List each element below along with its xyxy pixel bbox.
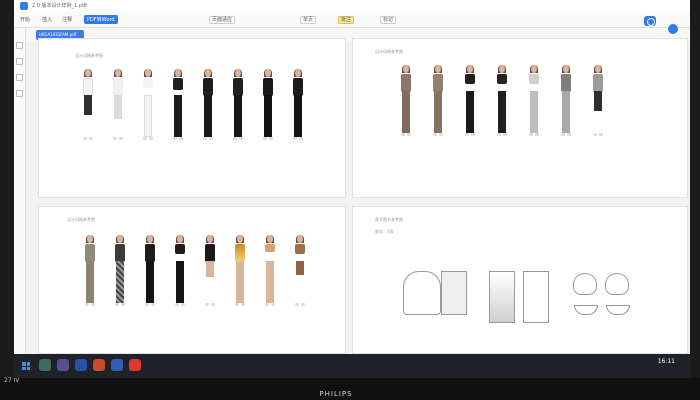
title-bar: 2.0 版本设计样例_1.pdf [14, 0, 690, 12]
sketch-bikini-bottom-1 [574, 305, 598, 315]
fashion-figure-12 [493, 65, 511, 155]
page-thumbnails-icon[interactable] [16, 42, 23, 49]
share-icon[interactable] [644, 16, 656, 26]
page-4: 款式细节参考图 款式：1款 [352, 206, 688, 354]
page-3-label: 设计风格参考图 [67, 217, 95, 222]
fashion-figure-7 [259, 69, 277, 159]
sketch-bikini-bottom-2 [606, 305, 630, 315]
taskbar-app-icon-5[interactable] [111, 359, 123, 371]
menu-pdf-to-word[interactable]: PDF转Word [84, 15, 118, 24]
page-grid: 设计风格参考图 设计风格参考图 设计风格参考图 款式细节参考图 款式：1款 [38, 38, 690, 354]
monitor-bezel-left [0, 0, 14, 400]
fit-page-button[interactable]: 页面适应 [209, 16, 236, 24]
fashion-figure-21 [231, 235, 249, 325]
app-title: 2.0 版本设计样例_1.pdf [32, 3, 87, 9]
monitor-model: 27 IV [4, 377, 20, 384]
sketch-garment-2 [441, 271, 467, 315]
fashion-figure-2 [109, 69, 127, 159]
menu-insert[interactable]: 插入 [42, 16, 52, 23]
taskbar-app-icon-2[interactable] [57, 359, 69, 371]
annotation-button[interactable]: 批注 [338, 16, 355, 24]
page-1-label: 设计风格参考图 [75, 53, 103, 58]
page-2: 设计风格参考图 [352, 38, 688, 198]
single-page-button[interactable]: 单页 [300, 16, 317, 24]
bookmark-icon[interactable] [16, 58, 23, 65]
start-button[interactable] [22, 362, 30, 370]
page-1: 设计风格参考图 [38, 38, 346, 198]
page-2-label: 设计风格参考图 [375, 49, 403, 54]
fashion-figure-8 [289, 69, 307, 159]
sketch-garment-1 [403, 271, 441, 315]
fashion-figure-1 [79, 69, 97, 159]
fashion-figure-15 [589, 65, 607, 155]
fashion-figure-6 [229, 69, 247, 159]
search-icon[interactable] [16, 74, 23, 81]
fashion-figure-13 [525, 65, 543, 155]
monitor-bezel-right [690, 0, 700, 400]
pdf-viewer-screen: 2.0 版本设计样例_1.pdf 开始 插入 注释 PDF转Word 页面适应 … [14, 0, 690, 378]
taskbar-app-icon-3[interactable] [75, 359, 87, 371]
fashion-figure-5 [199, 69, 217, 159]
fashion-figure-19 [171, 235, 189, 325]
monitor-brand: PHILIPS [319, 390, 353, 398]
taskbar-app-icon-1[interactable] [39, 359, 51, 371]
fashion-figure-10 [429, 65, 447, 155]
fashion-figure-4 [169, 69, 187, 159]
page-3: 设计风格参考图 [38, 206, 346, 354]
fashion-figure-16 [81, 235, 99, 325]
toolbar: 开始 插入 注释 PDF转Word 页面适应 单页 批注 标记 [14, 12, 690, 28]
fashion-figure-17 [111, 235, 129, 325]
fashion-figure-11 [461, 65, 479, 155]
fashion-figure-18 [141, 235, 159, 325]
sketch-swimsuit-2 [523, 271, 549, 323]
fashion-figure-9 [397, 65, 415, 155]
taskbar-app-icon-4[interactable] [93, 359, 105, 371]
taskbar-time: 16:11 [657, 358, 675, 365]
taskbar: 16:11 [14, 354, 690, 378]
fashion-figure-14 [557, 65, 575, 155]
page-4-label: 款式细节参考图 [375, 217, 403, 222]
comment-icon[interactable] [16, 90, 23, 97]
sketch-swimsuit-1 [489, 271, 515, 323]
fashion-figure-20 [201, 235, 219, 325]
fashion-figure-3 [139, 69, 157, 159]
sketch-bikini-top-1 [573, 273, 597, 295]
floating-action-button[interactable] [668, 24, 678, 34]
left-sidebar [14, 28, 26, 354]
menu-start[interactable]: 开始 [20, 16, 30, 23]
app-icon [20, 2, 28, 10]
fashion-figure-23 [291, 235, 309, 325]
fashion-figure-22 [261, 235, 279, 325]
taskbar-app-icon-6[interactable] [129, 359, 141, 371]
sketch-bikini-top-2 [605, 273, 629, 295]
page-4-sublabel: 款式：1款 [375, 229, 394, 234]
menu-comment[interactable]: 注释 [62, 16, 72, 23]
mark-button[interactable]: 标记 [380, 16, 397, 24]
